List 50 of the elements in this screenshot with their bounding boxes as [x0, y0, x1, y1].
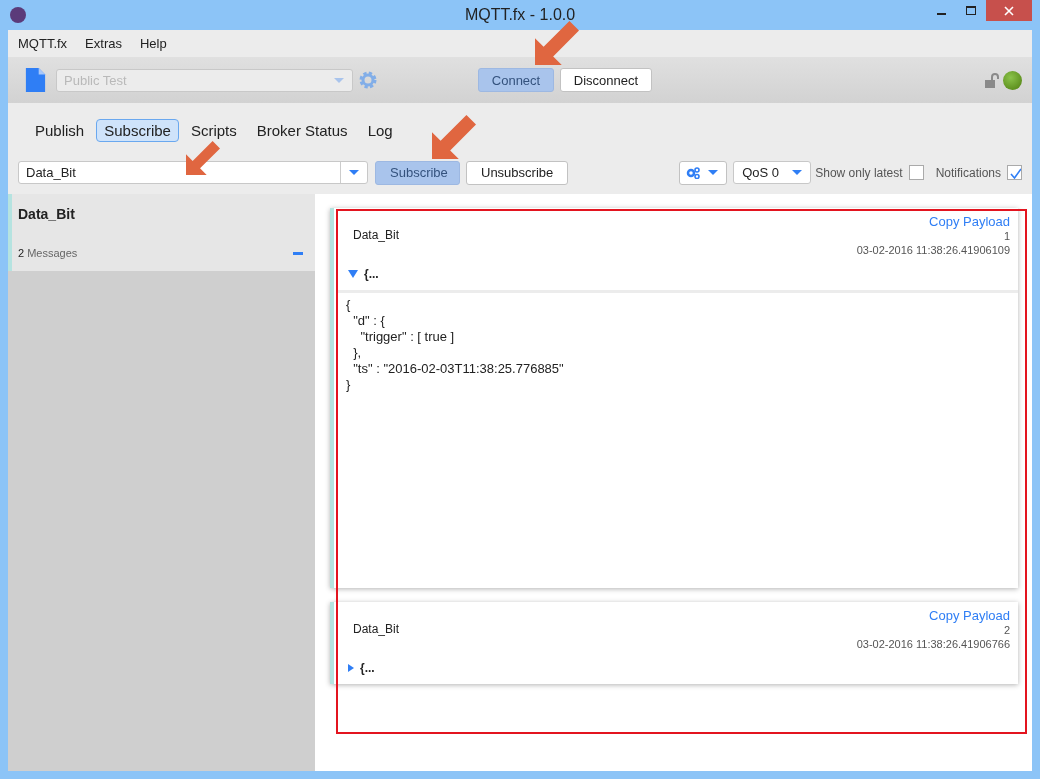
window-title: MQTT.fx - 1.0.0: [464, 6, 576, 24]
payload-summary: {...: [360, 661, 375, 675]
subscription-item[interactable]: Data_Bit 2 Messages: [8, 194, 315, 271]
menu-item[interactable]: MQTT.fx: [18, 36, 68, 51]
message-timestamp: 03-02-2016 11:38:26.41906766: [856, 637, 1010, 651]
payload-line: {: [346, 297, 352, 313]
tab[interactable]: Scripts: [182, 119, 245, 142]
checkmark-icon: [1008, 166, 1021, 179]
annotation-arrow: [535, 21, 579, 65]
message-topic: Data_Bit: [353, 622, 400, 638]
option-label: Notifications: [935, 165, 1001, 180]
checkbox[interactable]: [908, 165, 924, 180]
qos-dropdown[interactable]: QoS 0: [733, 161, 812, 184]
gears-icon: [686, 166, 701, 179]
app-logo-icon: [10, 7, 26, 23]
expand-toggle-icon[interactable]: [348, 270, 358, 278]
annotation-arrow: [432, 115, 476, 159]
subscription-button[interactable]: Unsubscribe: [466, 160, 569, 185]
checkbox[interactable]: [1007, 165, 1022, 180]
tab[interactable]: Publish: [27, 119, 93, 142]
expand-toggle-icon[interactable]: [348, 664, 354, 672]
message-timestamp: 03-02-2016 11:38:26.41906109: [856, 243, 1010, 257]
topic-label: Data_Bit: [18, 206, 76, 222]
copy-payload-link[interactable]: Copy Payload: [929, 214, 1010, 229]
payload-line: },: [352, 345, 363, 361]
payload-summary: {...: [364, 267, 379, 281]
document-icon: [25, 68, 46, 92]
payload-line: "ts" : "2016-02-03T11:38:25.776885": [352, 361, 565, 377]
payload-line: }: [346, 377, 352, 393]
tab[interactable]: Log: [359, 119, 401, 142]
close-icon: [1004, 5, 1014, 16]
payload-line: "trigger" : [ true ]: [359, 329, 456, 345]
message-topic: Data_Bit: [353, 228, 400, 244]
status-indicator: [1003, 70, 1022, 90]
connection-button[interactable]: Disconnect: [560, 68, 652, 92]
tab[interactable]: Subscribe: [96, 119, 179, 142]
topic-field[interactable]: Data_Bit: [18, 161, 368, 184]
tab[interactable]: Broker Status: [248, 119, 356, 142]
message-number: 2: [1003, 623, 1010, 637]
message-count: 2 Messages: [18, 247, 78, 259]
menu-item[interactable]: Help: [139, 36, 167, 51]
options-dropdown[interactable]: [679, 160, 728, 185]
collapse-icon[interactable]: [293, 251, 303, 255]
padlock-icon: [985, 72, 999, 88]
annotation-arrow: [186, 141, 220, 175]
copy-payload-link[interactable]: Copy Payload: [929, 608, 1010, 623]
message-number: 1: [1003, 229, 1010, 243]
payload-line: "d" : {: [352, 313, 386, 329]
option-label: Show only latest: [815, 165, 903, 180]
menu-item[interactable]: Extras: [85, 36, 122, 51]
